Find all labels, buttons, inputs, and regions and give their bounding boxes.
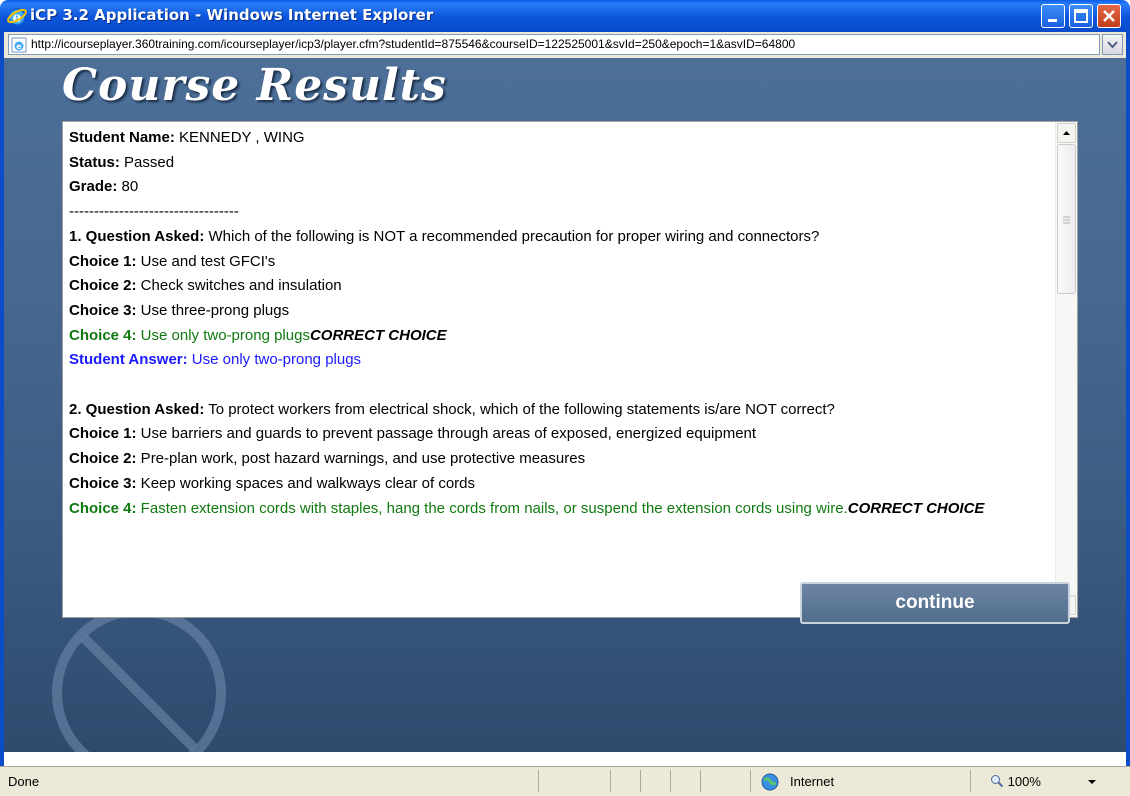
correct-choice-label: CORRECT CHOICE <box>309 326 447 344</box>
q1-choice-1: Choice 1: Use and test GFCI's <box>69 252 276 270</box>
grip-icon <box>1063 216 1070 224</box>
status-bar: Done Internet 100% <box>0 766 1130 796</box>
status-separator <box>610 770 611 792</box>
q2-choice-2: Choice 2: Pre-plan work, post hazard war… <box>69 450 586 468</box>
q1-student-answer: Student Answer: Use only two-prong plugs <box>69 351 362 369</box>
ie-logo-icon: e <box>7 8 27 26</box>
maximize-icon <box>1074 9 1088 23</box>
status-separator <box>640 770 641 792</box>
window-title-bar[interactable]: e iCP 3.2 Application - Windows Internet… <box>0 0 1130 32</box>
q2-choice-4: Choice 4: Fasten extension cords with st… <box>69 499 985 517</box>
status-separator <box>750 770 751 792</box>
question-1: 1. Question Asked: Which of the followin… <box>69 227 820 245</box>
status-separator <box>970 770 971 792</box>
window-title: iCP 3.2 Application - Windows Internet E… <box>30 6 434 24</box>
question-2: 2. Question Asked: To protect workers fr… <box>69 400 835 418</box>
arrow-up-icon <box>1063 131 1070 135</box>
minimize-icon <box>1048 19 1057 22</box>
correct-choice-label: CORRECT CHOICE <box>847 499 985 517</box>
close-button[interactable] <box>1097 4 1121 28</box>
grade-row: Grade: 80 <box>69 178 139 196</box>
close-icon <box>1103 10 1115 22</box>
maximize-button[interactable] <box>1069 4 1093 28</box>
zoom-dropdown-icon[interactable] <box>1086 777 1098 787</box>
globe-icon <box>761 773 779 791</box>
address-url[interactable]: http://icourseplayer.360training.com/ico… <box>31 37 1097 51</box>
status-separator <box>670 770 671 792</box>
magnifier-icon <box>991 775 1004 788</box>
results-panel: Student Name: KENNEDY , WING Status: Pas… <box>62 121 1078 618</box>
address-field[interactable]: e http://icourseplayer.360training.com/i… <box>8 34 1100 55</box>
content-bottom-strip <box>4 752 1126 766</box>
results-text[interactable]: Student Name: KENNEDY , WING Status: Pas… <box>63 122 1053 617</box>
status-row: Status: Passed <box>69 153 175 171</box>
status-separator <box>700 770 701 792</box>
security-zone-label[interactable]: Internet <box>790 774 834 789</box>
student-name-row: Student Name: KENNEDY , WING <box>69 129 305 146</box>
scroll-thumb[interactable] <box>1057 144 1076 294</box>
continue-button[interactable]: continue <box>800 582 1070 624</box>
window-frame-right <box>1126 32 1130 766</box>
q1-choice-4: Choice 4: Use only two-prong plugsCORREC… <box>69 326 447 344</box>
q1-choice-3: Choice 3: Use three-prong plugs <box>69 301 290 319</box>
minimize-button[interactable] <box>1041 4 1065 28</box>
address-dropdown-button[interactable] <box>1102 34 1123 55</box>
address-bar: e http://icourseplayer.360training.com/i… <box>0 32 1130 58</box>
page-title: Course Results <box>62 60 447 111</box>
q2-choice-3: Choice 3: Keep working spaces and walkwa… <box>69 474 476 492</box>
status-text: Done <box>8 774 40 789</box>
separator-line: ---------------------------------- <box>69 203 239 221</box>
q2-choice-1: Choice 1: Use barriers and guards to pre… <box>69 425 757 443</box>
q1-choice-2: Choice 2: Check switches and insulation <box>69 277 342 295</box>
chevron-down-icon <box>1107 41 1118 49</box>
svg-text:e: e <box>16 42 22 51</box>
zoom-level[interactable]: 100% <box>990 774 1041 789</box>
page-icon: e <box>11 37 27 53</box>
status-separator <box>538 770 539 792</box>
results-scrollbar[interactable] <box>1055 122 1077 617</box>
scroll-up-button[interactable] <box>1057 123 1076 143</box>
